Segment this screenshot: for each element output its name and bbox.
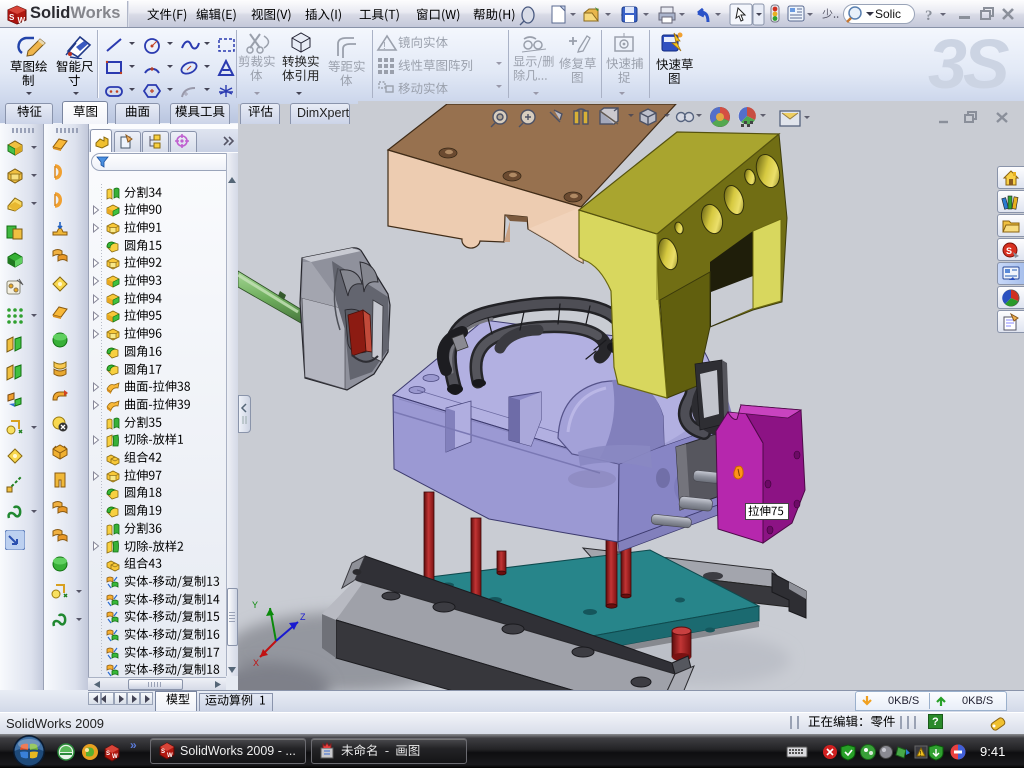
svg-text:?: ? [925, 8, 933, 24]
svg-text:S: S [9, 13, 15, 22]
svg-text:S: S [161, 749, 165, 755]
svg-text:S: S [106, 751, 110, 757]
svg-text:W: W [18, 16, 26, 25]
svg-text:W: W [112, 754, 118, 760]
svg-text:X: X [253, 658, 259, 668]
svg-text:Y: Y [252, 600, 258, 610]
svg-text:S: S [1006, 246, 1012, 256]
svg-text:Z: Z [300, 612, 306, 622]
svg-text:W: W [167, 753, 173, 759]
svg-text:!: ! [383, 41, 386, 52]
